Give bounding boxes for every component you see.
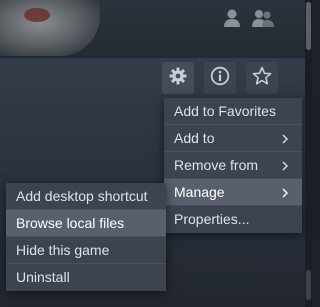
- menu-item-label: Remove from: [174, 157, 259, 173]
- game-hero-banner: [0, 0, 312, 60]
- scrollbar[interactable]: [305, 0, 312, 307]
- gear-icon: [169, 67, 187, 90]
- star-icon: [252, 66, 272, 91]
- menu-item-browse-local-files[interactable]: Browse local files: [6, 210, 166, 237]
- menu-item-properties[interactable]: Properties...: [164, 206, 302, 233]
- menu-item-label: Properties...: [174, 211, 250, 227]
- person-icon[interactable]: [219, 8, 245, 28]
- menu-item-remove-from[interactable]: Remove from: [164, 152, 302, 179]
- settings-button[interactable]: [162, 62, 194, 94]
- menu-item-label: Add to: [174, 130, 215, 146]
- menu-item-manage[interactable]: Manage: [164, 179, 302, 206]
- chevron-right-icon: [280, 152, 290, 179]
- chevron-right-icon: [280, 179, 290, 206]
- menu-item-label: Browse local files: [16, 215, 125, 231]
- menu-item-label: Add to Favorites: [174, 103, 276, 119]
- menu-item-add-to[interactable]: Add to: [164, 125, 302, 152]
- scrollbar-thumb-lower[interactable]: [306, 270, 311, 300]
- group-icon[interactable]: [250, 8, 276, 28]
- menu-item-label: Uninstall: [16, 269, 70, 285]
- menu-item-label: Manage: [174, 184, 225, 200]
- favorite-button[interactable]: [246, 62, 278, 94]
- info-icon: [210, 66, 230, 91]
- hero-artwork-detail: [24, 8, 50, 22]
- menu-item-label: Add desktop shortcut: [16, 188, 148, 204]
- menu-item-hide-this-game[interactable]: Hide this game: [6, 237, 166, 264]
- menu-item-uninstall[interactable]: Uninstall: [6, 264, 166, 291]
- hero-artwork: [0, 0, 100, 56]
- manage-submenu: Add desktop shortcut Browse local files …: [6, 183, 166, 291]
- info-button[interactable]: [204, 62, 236, 94]
- menu-item-add-to-favorites[interactable]: Add to Favorites: [164, 98, 302, 125]
- game-context-menu: Add to Favorites Add to Remove from Mana…: [164, 98, 302, 233]
- menu-item-add-desktop-shortcut[interactable]: Add desktop shortcut: [6, 183, 166, 210]
- menu-item-label: Hide this game: [16, 242, 110, 258]
- chevron-right-icon: [280, 125, 290, 152]
- scrollbar-thumb[interactable]: [306, 2, 311, 50]
